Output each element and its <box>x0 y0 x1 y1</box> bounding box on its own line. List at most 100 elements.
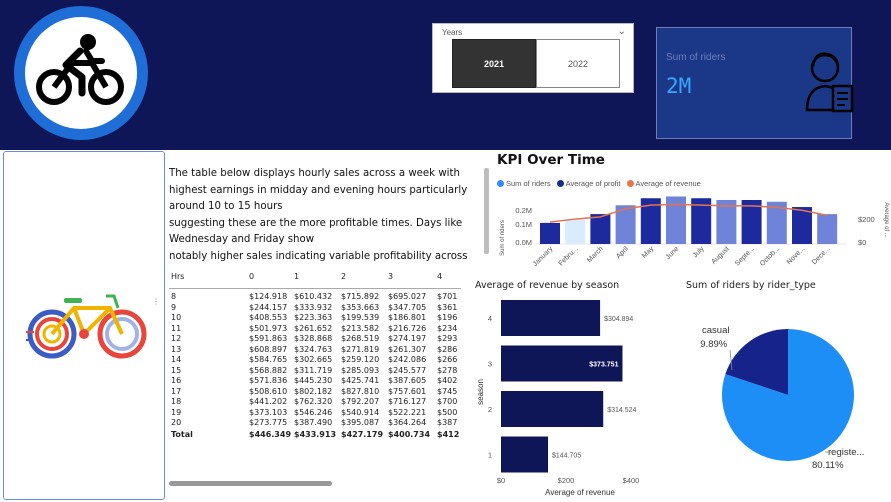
legend-item[interactable]: Average of revenue <box>626 179 701 188</box>
legend-item[interactable]: Sum of riders <box>497 179 551 188</box>
column-header[interactable]: Hrs <box>171 272 184 281</box>
row-hour: 14 <box>171 355 182 364</box>
table-cell: $333.932 <box>294 302 333 312</box>
row-hour: 19 <box>171 407 182 417</box>
table-cell: $546.246 <box>294 407 333 417</box>
total-cell: $412 <box>437 429 460 439</box>
more-options-icon[interactable]: ⋮ <box>152 297 160 306</box>
table-cell: $261.307 <box>388 344 427 354</box>
table-cell: $199.539 <box>341 313 380 322</box>
table-cell: $278 <box>437 365 458 375</box>
y-axis-label-left: Sum of riders <box>500 220 506 256</box>
riders-bar <box>792 207 812 244</box>
pie-pct-casual: 19.89% <box>700 339 728 350</box>
pie-label-registered: registe... <box>828 447 864 458</box>
table-cell: $802.182 <box>294 386 333 396</box>
kpi-chart-legend: Sum of riders Average of profit Average … <box>497 179 701 188</box>
y-tick-left: 0.0M <box>515 238 532 247</box>
season-bar <box>501 436 549 473</box>
x-tick-label: January <box>532 245 555 268</box>
column-header[interactable]: 1 <box>294 272 299 281</box>
row-hour: 11 <box>171 323 182 333</box>
description-line: highest earnings in midday and evening h… <box>169 184 468 196</box>
table-cell: $373.103 <box>249 407 288 417</box>
table-cell: $501.973 <box>249 323 288 333</box>
table-cell: $387.605 <box>388 376 427 385</box>
table-cell: $293 <box>437 334 458 343</box>
table-cell: $302.665 <box>294 355 333 364</box>
table-cell: $395.087 <box>341 418 380 427</box>
kpi-over-time-chart: Sum of riders Average of ... 0.2M 0.1M 0… <box>500 196 889 268</box>
table-cell: $700 <box>437 397 458 406</box>
table-cell: $361 <box>437 302 458 312</box>
chevron-down-icon[interactable]: ⌄ <box>618 26 626 37</box>
column-header[interactable]: 2 <box>341 272 346 281</box>
table-cell: $271.819 <box>341 344 380 354</box>
riders-bar <box>590 214 611 244</box>
legend-label: Average of revenue <box>635 179 701 188</box>
total-cell: Total <box>171 429 193 439</box>
row-hour: 9 <box>171 302 177 312</box>
table-cell: $347.705 <box>388 302 427 312</box>
table-cell: $610.432 <box>294 292 333 301</box>
data-label: $373.751 <box>589 362 618 369</box>
table-cell: $715.892 <box>341 292 380 301</box>
colorful-bicycle-image <box>26 294 147 359</box>
slicer-title: Years <box>442 28 463 37</box>
user-report-icon <box>805 52 854 113</box>
description-scrollbar[interactable] <box>484 168 489 254</box>
y-axis-label: season <box>476 379 485 405</box>
total-cell: $433.913 <box>294 429 337 439</box>
table-cell: $244.157 <box>249 302 288 312</box>
table-cell: $571.836 <box>249 376 288 385</box>
kpi-label: Sum of riders <box>666 52 726 63</box>
pie-label-casual: casual <box>702 325 729 336</box>
x-tick-label: Febru... <box>558 245 580 267</box>
table-cell: $500 <box>437 407 458 417</box>
table-cell: $259.120 <box>341 355 380 364</box>
table-cell: $402 <box>437 376 458 385</box>
x-tick: $200 <box>558 476 575 485</box>
table-cell: $274.197 <box>388 334 427 343</box>
row-hour: 8 <box>171 292 177 301</box>
table-cell: $286 <box>437 344 458 354</box>
description-line: Wednesday and Friday show <box>169 234 315 245</box>
x-tick: $400 <box>623 476 640 485</box>
y-tick-left: 0.1M <box>515 220 532 229</box>
table-cell: $408.553 <box>249 313 288 322</box>
table-cell: $445.230 <box>294 376 333 385</box>
year-2022-button[interactable]: 2022 <box>536 39 620 88</box>
table-cell: $124.918 <box>249 292 288 301</box>
rider-type-chart-title: Sum of riders by rider_type <box>686 280 816 291</box>
legend-item[interactable]: Average of profit <box>556 179 621 188</box>
total-cell: $446.349 <box>249 429 292 439</box>
revenue-by-season-chart: season Average of revenue $0 $200 $400 4… <box>476 300 640 497</box>
season-tick: 3 <box>488 360 492 369</box>
table-cell: $387 <box>437 418 458 427</box>
x-axis-label: Average of revenue <box>545 488 615 497</box>
table-cell: $242.086 <box>388 355 427 364</box>
bike-logo <box>14 6 148 140</box>
table-cell: $568.882 <box>249 365 288 375</box>
table-cell: $508.610 <box>249 386 288 396</box>
column-header[interactable]: 0 <box>249 272 254 281</box>
data-label: $314.524 <box>607 407 636 414</box>
column-header[interactable]: 3 <box>388 272 393 281</box>
table-cell: $273.775 <box>249 418 288 427</box>
years-slicer[interactable]: Years ⌄ 2021 2022 <box>432 23 634 93</box>
table-cell: $387.490 <box>294 418 333 427</box>
description-line: notably higher sales indicating variable… <box>169 250 468 262</box>
row-hour: 20 <box>171 418 182 427</box>
dashboard-header: Years ⌄ 2021 2022 Sum of riders 2M <box>0 0 891 150</box>
riders-bar <box>565 219 586 244</box>
x-tick-label: March <box>586 245 605 264</box>
season-bar <box>501 391 604 427</box>
row-hour: 15 <box>171 365 182 375</box>
x-tick: $0 <box>497 476 505 485</box>
description-line: around 10 to 15 hours <box>169 201 283 212</box>
year-2021-button[interactable]: 2021 <box>452 39 536 88</box>
column-header[interactable]: 4 <box>437 272 442 281</box>
table-scrollbar[interactable] <box>169 481 332 486</box>
table-cell: $792.207 <box>341 397 380 406</box>
table-cell: $762.320 <box>294 397 333 406</box>
